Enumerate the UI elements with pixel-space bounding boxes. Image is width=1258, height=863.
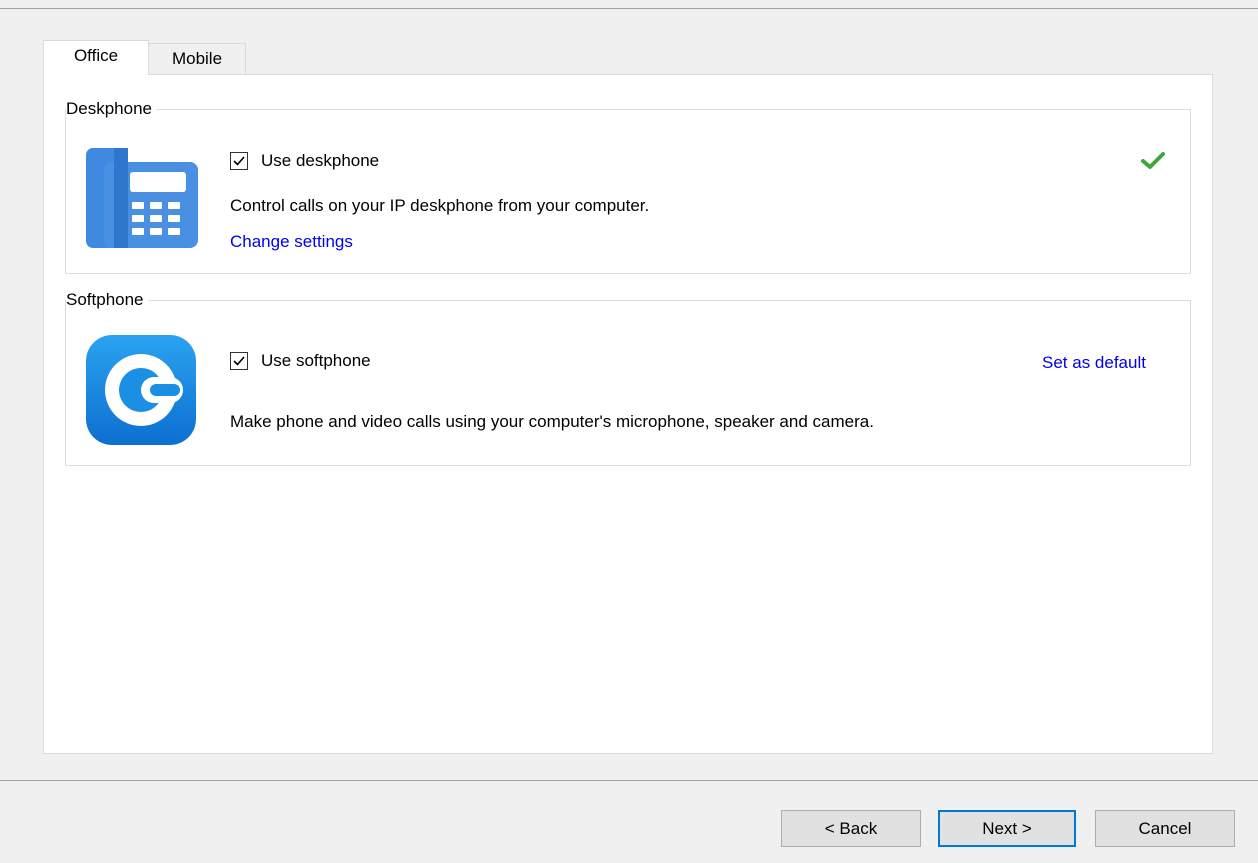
use-softphone-label[interactable]: Use softphone [261, 350, 371, 372]
checkbox-check-icon [233, 156, 245, 166]
checkbox-check-icon [233, 356, 245, 366]
use-deskphone-label[interactable]: Use deskphone [261, 150, 379, 172]
softphone-group-title: Softphone [66, 288, 148, 312]
change-settings-link[interactable]: Change settings [230, 231, 353, 253]
window-top-edge [0, 0, 1258, 9]
footer-separator [0, 780, 1258, 781]
back-button[interactable]: < Back [781, 810, 921, 847]
deskphone-group-title: Deskphone [66, 97, 157, 121]
checkmark-icon [1141, 152, 1165, 170]
deskphone-description: Control calls on your IP deskphone from … [230, 196, 650, 215]
softphone-description: Make phone and video calls using your co… [230, 412, 874, 431]
softphone-icon [84, 333, 198, 447]
deskphone-icon [84, 146, 200, 252]
next-button[interactable]: Next > [938, 810, 1076, 847]
softphone-group: Softphone Use softphone Set as default M… [65, 288, 1191, 466]
tab-mobile-label: Mobile [171, 49, 223, 68]
tab-panel-office: Deskphone Use deskphone Control calls on… [43, 74, 1213, 754]
tab-office[interactable]: Office [43, 40, 149, 75]
tab-mobile[interactable]: Mobile [148, 43, 246, 75]
cancel-button[interactable]: Cancel [1095, 810, 1235, 847]
use-deskphone-checkbox[interactable] [230, 152, 248, 170]
set-as-default-link[interactable]: Set as default [1042, 352, 1146, 374]
use-softphone-checkbox[interactable] [230, 352, 248, 370]
tab-office-label: Office [73, 46, 119, 65]
deskphone-group: Deskphone Use deskphone Control calls on… [65, 97, 1191, 274]
